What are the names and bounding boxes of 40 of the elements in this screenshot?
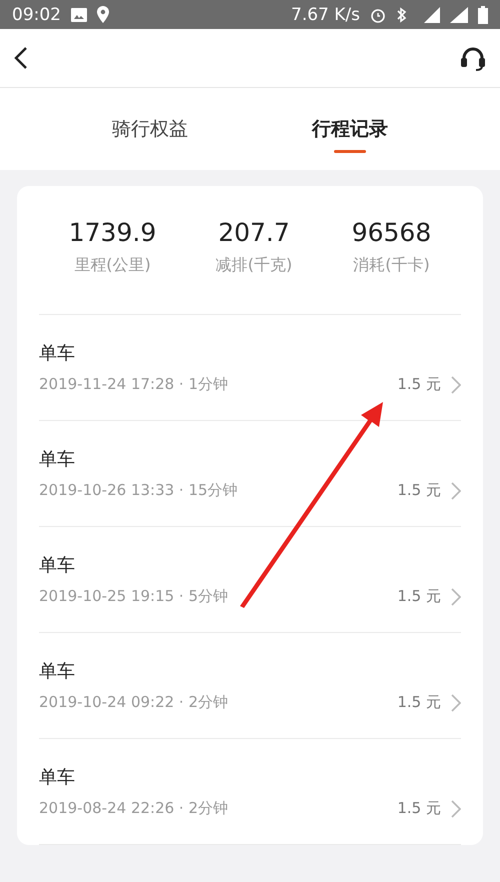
trip-row[interactable]: 单车 2019-10-24 09:22 · 2分钟 1.5 元 [39, 633, 461, 739]
trip-row[interactable]: 单车 2019-08-24 22:26 · 2分钟 1.5 元 [39, 739, 461, 845]
chevron-right-icon [451, 694, 461, 712]
stat-value: 207.7 [218, 218, 290, 247]
trip-price: 1.5 元 [397, 693, 441, 712]
tab[interactable]: 行程记录 [312, 88, 388, 170]
trip-title: 单车 [39, 766, 76, 789]
trip-meta: 2019-10-24 09:22 · 2分钟 [39, 693, 230, 712]
stat-label: 里程(公里) [74, 255, 151, 276]
trip-meta: 2019-10-26 13:33 · 15分钟 [39, 481, 239, 500]
chevron-right-icon [451, 482, 461, 500]
trip-meta: 2019-11-24 17:28 · 1分钟 [39, 375, 230, 394]
location-pin-icon [97, 6, 109, 23]
back-button[interactable] [14, 46, 28, 70]
alarm-icon [370, 6, 386, 22]
chevron-right-icon [451, 800, 461, 818]
trip-title: 单车 [39, 660, 76, 683]
trip-meta: 2019-10-25 19:15 · 5分钟 [39, 587, 230, 606]
status-time: 09:02 [12, 4, 61, 24]
trip-meta: 2019-08-24 22:26 · 2分钟 [39, 799, 230, 818]
battery-icon [478, 6, 488, 24]
trip-title: 单车 [39, 342, 76, 365]
image-icon [71, 8, 87, 22]
trip-title: 单车 [39, 554, 76, 577]
signal-icon [450, 6, 468, 22]
stat-label: 减排(千克) [216, 255, 292, 276]
chevron-right-icon [451, 376, 461, 394]
stat-label: 消耗(千卡) [353, 255, 430, 276]
network-speed: 7.67 K/s [291, 4, 360, 24]
trip-price: 1.5 元 [397, 799, 441, 818]
trip-title: 单车 [39, 448, 76, 471]
chevron-right-icon [451, 588, 461, 606]
trip-price: 1.5 元 [397, 587, 441, 606]
bluetooth-icon [396, 6, 408, 22]
trip-price: 1.5 元 [397, 375, 441, 394]
stat-value: 96568 [352, 218, 432, 247]
stat-value: 1739.9 [68, 218, 156, 247]
trip-price: 1.5 元 [397, 481, 441, 500]
tab[interactable]: 骑行权益 [112, 88, 188, 170]
headset-icon[interactable] [460, 45, 486, 71]
